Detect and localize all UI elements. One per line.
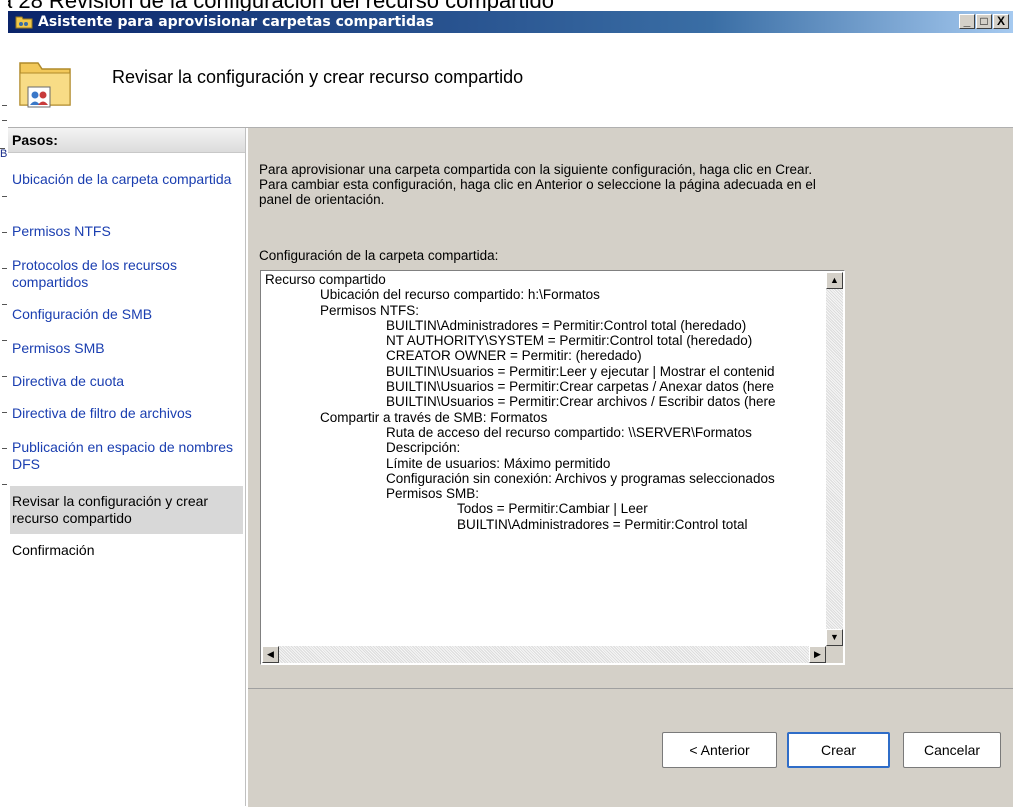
maximize-button[interactable]: □ [976, 14, 992, 29]
step-directiva-cuota[interactable]: Directiva de cuota [10, 373, 243, 390]
scrollbar-corner [826, 646, 843, 663]
step-directiva-filtro[interactable]: Directiva de filtro de archivos [10, 405, 243, 422]
cancel-button[interactable]: Cancelar [903, 732, 1001, 768]
config-summary-text: Recurso compartido Ubicación del recurso… [262, 272, 826, 646]
config-line: NT AUTHORITY\SYSTEM = Permitir:Control t… [386, 333, 753, 349]
step-configuracion-smb[interactable]: Configuración de SMB [10, 306, 243, 323]
step-protocolos[interactable]: Protocolos de los recursos compartidos [10, 257, 243, 291]
config-line: Límite de usuarios: Máximo permitido [386, 455, 611, 471]
config-line: BUILTIN\Usuarios = Permitir:Crear archiv… [386, 394, 776, 410]
minimize-button[interactable]: _ [959, 14, 975, 29]
scroll-right-icon[interactable]: ▶ [809, 646, 826, 663]
scroll-left-icon[interactable]: ◀ [262, 646, 279, 663]
intro-text: Para aprovisionar una carpeta compartida… [259, 162, 816, 207]
wizard-window: Asistente para aprovisionar carpetas com… [8, 11, 1013, 807]
wizard-header: Revisar la configuración y crear recurso… [8, 33, 1013, 128]
scroll-up-icon[interactable]: ▲ [826, 272, 843, 289]
scroll-down-icon[interactable]: ▼ [826, 629, 843, 646]
config-line: BUILTIN\Usuarios = Permitir:Leer y ejecu… [386, 363, 775, 379]
step-ubicacion[interactable]: Ubicación de la carpeta compartida [10, 171, 243, 188]
shared-folder-icon [15, 16, 33, 29]
main-content: Para aprovisionar una carpeta compartida… [248, 128, 1013, 688]
config-line: Permisos NTFS: [320, 302, 420, 318]
config-line: BUILTIN\Usuarios = Permitir:Crear carpet… [386, 379, 775, 395]
step-permisos-smb[interactable]: Permisos SMB [10, 340, 243, 357]
window-title: Asistente para aprovisionar carpetas com… [38, 14, 434, 30]
vertical-scrollbar[interactable]: ▲ ▼ [826, 272, 843, 646]
config-line: Descripción: [386, 440, 461, 456]
vertical-scroll-track[interactable] [826, 289, 843, 629]
step-publicacion-dfs[interactable]: Publicación en espacio de nombres DFS [10, 439, 243, 473]
page-title: Revisar la configuración y crear recurso… [112, 67, 524, 87]
step-permisos-ntfs[interactable]: Permisos NTFS [10, 223, 243, 240]
steps-panel: Pasos: Ubicación de la carpeta compartid… [8, 128, 246, 806]
back-button[interactable]: < Anterior [662, 732, 777, 768]
config-line: Todos = Permitir:Cambiar | Leer [457, 501, 648, 517]
config-line: BUILTIN\Administradores = Permitir:Contr… [457, 516, 748, 532]
config-line: Compartir a través de SMB: Formatos [320, 409, 548, 425]
config-line: CREATOR OWNER = Permitir: (heredado) [386, 348, 642, 364]
config-summary-box[interactable]: Recurso compartido Ubicación del recurso… [260, 270, 845, 665]
config-line: Ruta de acceso del recurso compartido: \… [386, 424, 752, 440]
config-label: Configuración de la carpeta compartida: [259, 248, 499, 263]
config-line: Permisos SMB: [386, 486, 480, 502]
config-line: Configuración sin conexión: Archivos y p… [386, 470, 775, 486]
config-line: BUILTIN\Administradores = Permitir:Contr… [386, 317, 747, 333]
title-bar: Asistente para aprovisionar carpetas com… [8, 11, 1013, 33]
horizontal-scroll-track[interactable] [279, 646, 809, 663]
shared-folder-large-icon [19, 62, 71, 108]
config-line: Ubicación del recurso compartido: h:\For… [320, 287, 600, 303]
background-window-edge: B [0, 0, 8, 806]
config-line: Recurso compartido [265, 272, 386, 287]
close-button[interactable]: X [993, 14, 1009, 29]
button-bar: < Anterior Crear Cancelar [248, 688, 1013, 807]
horizontal-scrollbar[interactable]: ◀ ▶ [262, 646, 826, 663]
create-button[interactable]: Crear [787, 732, 890, 768]
steps-heading: Pasos: [8, 128, 245, 153]
step-revisar-current: Revisar la configuración y crear recurso… [10, 486, 243, 534]
figure-caption: a 28 Revisión de la configuración del re… [0, 0, 554, 13]
step-confirmacion: Confirmación [12, 542, 95, 558]
